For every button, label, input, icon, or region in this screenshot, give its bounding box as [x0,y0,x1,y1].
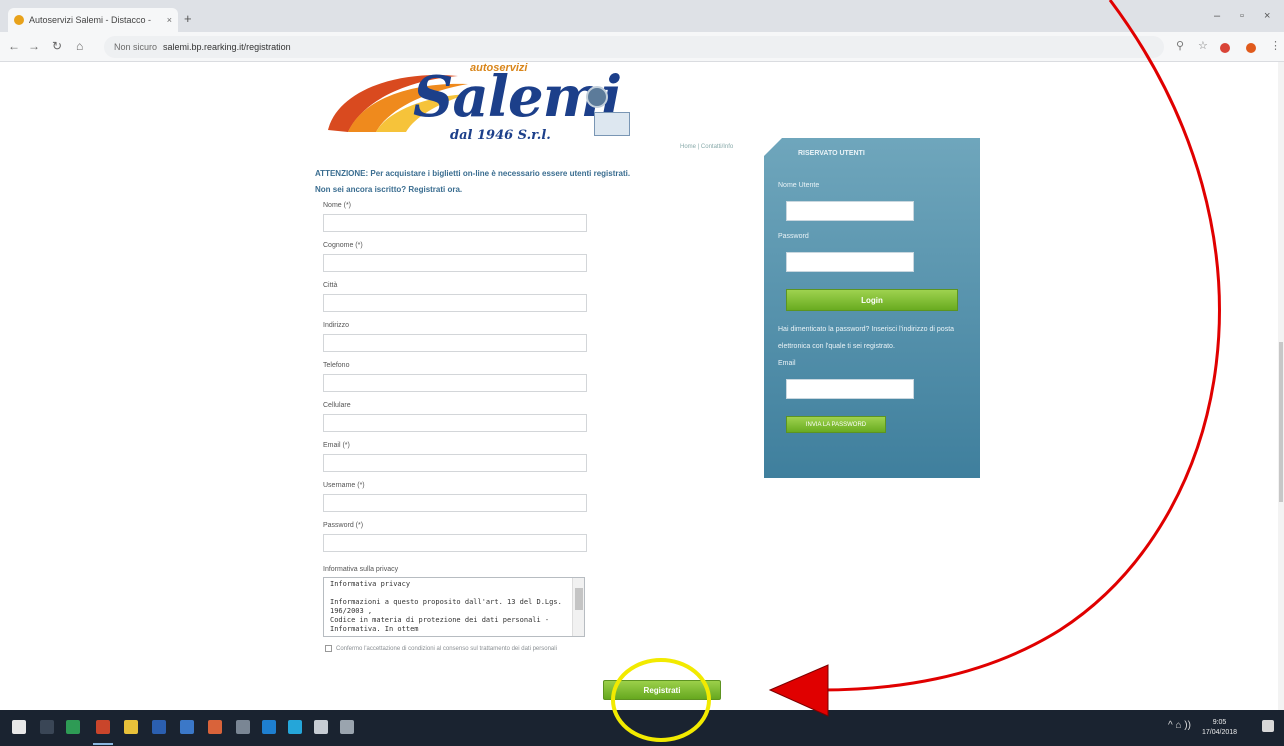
login-username-input[interactable] [786,201,914,221]
login-panel: RISERVATO UTENTI Nome Utente Password Lo… [764,138,980,478]
security-indicator[interactable]: Non sicuro [114,42,157,52]
consent-checkbox[interactable] [325,645,332,652]
notifications-icon[interactable] [1262,720,1274,732]
menu-kebab-icon[interactable]: ⋮ [1270,39,1281,52]
email-input[interactable] [323,454,587,472]
cognome-input[interactable] [323,254,587,272]
cellulare-input[interactable] [323,414,587,432]
powerpoint-icon[interactable] [96,720,110,734]
home-icon[interactable]: ⌂ [76,39,83,53]
consent-text: Confermo l'accettazione di condizioni al… [336,645,557,652]
skype-icon[interactable] [288,720,302,734]
field-label-citta: Città [323,282,338,289]
app-icon[interactable] [236,720,250,734]
field-label-indirizzo: Indirizzo [323,322,350,329]
annotation-overlay [611,0,1221,742]
login-password-input[interactable] [786,252,914,272]
privacy-textarea[interactable]: Informativa privacy Informazioni a quest… [323,577,585,637]
login-panel-corner [764,138,782,156]
task-view-icon[interactable] [40,720,54,734]
annotation-arrow-head [768,664,829,717]
privacy-scrollbar[interactable] [572,578,584,636]
field-label-nome: Nome (*) [323,202,352,209]
telefono-input[interactable] [323,374,587,392]
login-title: RISERVATO UTENTI [798,150,865,157]
url-text[interactable]: salemi.bp.rearking.it/registration [163,42,291,52]
bookmark-star-icon[interactable]: ☆ [1198,39,1208,52]
word-icon[interactable] [152,720,166,734]
extension-icon[interactable] [1220,43,1230,53]
maximize-icon[interactable]: ▫ [1240,10,1244,22]
logo-since: dal 1946 S.r.l. [450,128,551,143]
privacy-text-line: Informazioni a questo proposito dall'art… [330,598,562,615]
certification-badge-icon [586,86,608,108]
browser-tab[interactable]: Autoservizi Salemi - Distacco - × [8,8,178,32]
register-button[interactable]: Registrati [603,680,721,700]
active-app-indicator [93,743,113,745]
page-scroll-thumb[interactable] [1279,342,1283,502]
username-label: Nome Utente [778,182,820,189]
profile-avatar-icon[interactable] [1246,43,1256,53]
forgot-password-note: Hai dimenticato la password? Inserisci l… [778,326,955,350]
privacy-text-line: Informativa privacy [330,580,411,588]
network-app-icon[interactable] [314,720,328,734]
salemi-logo[interactable]: autoservizi Salemi dal 1946 S.r.l. [318,62,638,154]
notice-line-1: ATTENZIONE: Per acquistare i biglietti o… [315,169,631,178]
access-icon[interactable] [208,720,222,734]
field-label-telefono: Telefono [323,362,350,369]
privacy-text-line: Codice in materia di protezione dei dati… [330,616,550,633]
browser-toolbar: ← → ↻ ⌂ Non sicuro salemi.bp.rearking.it… [0,32,1284,62]
registration-notice: ATTENZIONE: Per acquistare i biglietti o… [315,166,755,198]
clock-date: 17/04/2018 [1202,729,1238,736]
privacy-scroll-thumb[interactable] [575,588,583,610]
windows-taskbar: ^ ⌂ )) 9:05 17/04/2018 [0,710,1284,746]
folder-icon[interactable] [124,720,138,734]
system-tray-icons[interactable]: ^ ⌂ )) [1168,720,1191,731]
clock[interactable]: 9:05 17/04/2018 [1202,718,1237,738]
username-input[interactable] [323,494,587,512]
field-label-username: Username (*) [323,482,365,489]
excel-icon[interactable] [66,720,80,734]
close-tab-icon[interactable]: × [167,15,172,25]
field-label-cellulare: Cellulare [323,402,351,409]
recover-email-input[interactable] [786,379,914,399]
nome-input[interactable] [323,214,587,232]
clock-time: 9:05 [1212,719,1227,726]
forward-icon[interactable]: → [28,39,40,53]
field-label-password: Password (*) [323,522,364,529]
field-label-cognome: Cognome (*) [323,242,363,249]
certification-box-icon [594,112,630,136]
notice-line-2[interactable]: Non sei ancora iscritto? Registrati ora. [315,182,755,198]
new-tab-button[interactable]: + [184,11,192,26]
browser-tab-bar: Autoservizi Salemi - Distacco - × + – ▫ … [0,0,1284,32]
top-links[interactable]: Home | Contatti/Info [680,144,733,150]
password-input[interactable] [323,534,587,552]
translate-icon[interactable]: ⚲ [1176,39,1184,52]
consent-row: Confermo l'accettazione di condizioni al… [325,645,557,652]
password-label: Password [778,233,809,240]
field-label-email: Email (*) [323,442,350,449]
favicon-icon [14,15,24,25]
recover-email-label: Email [778,360,796,367]
outlook-icon[interactable] [180,720,194,734]
page-scrollbar[interactable] [1278,62,1284,712]
privacy-label: Informativa sulla privacy [323,566,399,573]
minimize-icon[interactable]: – [1214,10,1220,22]
send-password-button[interactable]: INVIA LA PASSWORD [786,416,886,433]
reload-icon[interactable]: ↻ [52,39,62,53]
screen: Autoservizi Salemi - Distacco - × + – ▫ … [0,0,1284,746]
login-button[interactable]: Login [786,289,958,311]
citta-input[interactable] [323,294,587,312]
start-icon[interactable] [12,720,26,734]
window-close-icon[interactable]: × [1264,10,1270,22]
indirizzo-input[interactable] [323,334,587,352]
mail-icon[interactable] [340,720,354,734]
address-bar[interactable]: Non sicuro salemi.bp.rearking.it/registr… [104,36,1164,58]
edge-icon[interactable] [262,720,276,734]
tab-title: Autoservizi Salemi - Distacco - [29,15,152,25]
back-icon[interactable]: ← [8,39,20,53]
